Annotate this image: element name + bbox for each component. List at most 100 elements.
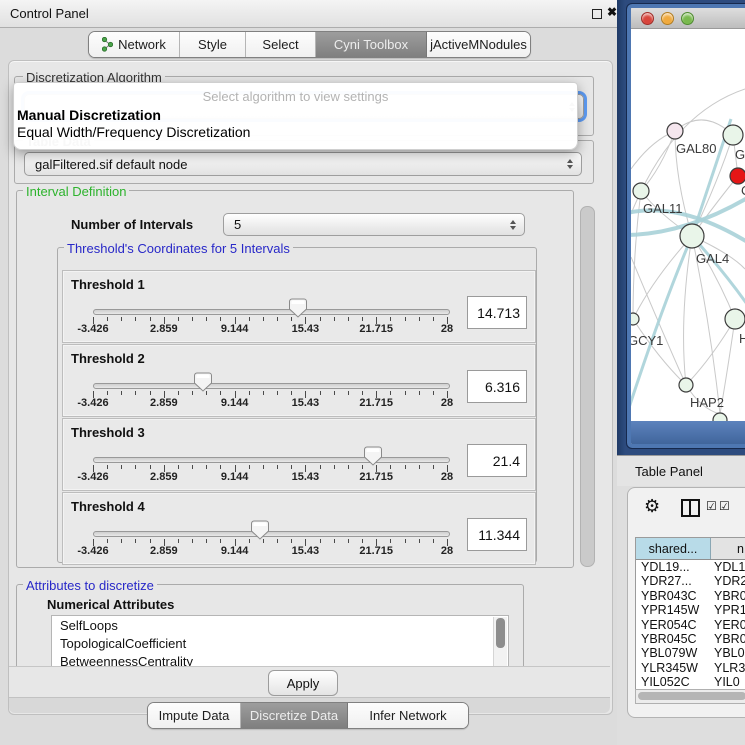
minor-tick (192, 539, 193, 543)
cell-name[interactable]: YDR2 (710, 574, 745, 588)
list-item[interactable]: SelfLoops (52, 616, 508, 634)
cell-shared-name[interactable]: YPR145W (636, 603, 710, 617)
node-top-right[interactable] (723, 125, 743, 145)
node-pink[interactable] (667, 123, 683, 139)
tick-label: 21.715 (359, 323, 393, 335)
network-edge-thick[interactable] (692, 236, 745, 307)
close-traffic-light-icon[interactable] (641, 12, 654, 25)
network-view-window[interactable]: GAL80GACGAL11GAL4GCY1HHAP2 (627, 4, 745, 448)
table-row[interactable]: YBR045CYBR0 (636, 632, 745, 646)
network-edge[interactable] (631, 131, 675, 169)
split-columns-icon[interactable] (681, 499, 700, 517)
network-canvas[interactable]: GAL80GACGAL11GAL4GCY1HHAP2 (631, 29, 745, 421)
cell-shared-name[interactable]: YBR043C (636, 589, 710, 603)
cell-shared-name[interactable]: YBL079W (636, 646, 710, 660)
close-icon[interactable]: ✖ (607, 5, 617, 19)
slider-track[interactable] (93, 531, 450, 537)
tab-cyni-toolbox[interactable]: Cyni Toolbox (316, 32, 427, 57)
scrollbar-thumb[interactable] (638, 692, 745, 700)
slider-handle[interactable] (194, 372, 212, 392)
cell-shared-name[interactable]: YBR045C (636, 632, 710, 646)
cell-name[interactable]: YIL0 (710, 675, 745, 689)
cell-shared-name[interactable]: YER054C (636, 618, 710, 632)
node-gcy1[interactable] (631, 313, 639, 325)
minor-tick (263, 317, 264, 321)
list-item[interactable]: TopologicalCoefficient (52, 634, 508, 652)
threshold-value-field[interactable]: 6.316 (467, 370, 527, 403)
tab-jactivemnodules[interactable]: jActiveMNodules (427, 32, 530, 57)
column-header-shared[interactable]: shared... (636, 538, 711, 559)
dropdown-option-manual-discretization[interactable]: Manual Discretization (17, 107, 161, 123)
cell-name[interactable]: YBR0 (710, 589, 745, 603)
apply-button[interactable]: Apply (268, 670, 338, 696)
gear-icon[interactable]: ⚙ (644, 496, 660, 517)
checkbox-icon[interactable]: ☑ (706, 499, 717, 513)
minor-tick (433, 317, 434, 321)
dropdown-option-equal-width-frequency[interactable]: Equal Width/Frequency Discretization (17, 124, 250, 140)
threshold-value-field[interactable]: 14.713 (467, 296, 527, 329)
table-row[interactable]: YBR043CYBR0 (636, 589, 745, 603)
column-header-name[interactable]: n (711, 538, 745, 559)
table-row[interactable]: YLR345WYLR3 (636, 661, 745, 675)
threshold-slider[interactable]: -3.4262.8599.14415.4321.71528 (63, 271, 535, 342)
table-row[interactable]: YIL052CYIL0 (636, 675, 745, 689)
list-scrollbar[interactable] (493, 617, 507, 666)
node-gal4[interactable] (680, 224, 704, 248)
threshold-slider[interactable]: -3.4262.8599.14415.4321.71528 (63, 345, 535, 416)
tick-label: -3.426 (77, 397, 108, 409)
numerical-attributes-list[interactable]: SelfLoops TopologicalCoefficient Between… (51, 615, 509, 666)
tab-network[interactable]: Network (89, 32, 180, 57)
slider-handle[interactable] (364, 446, 382, 466)
cell-name[interactable]: YLR3 (710, 661, 745, 675)
cell-shared-name[interactable]: YDR27... (636, 574, 710, 588)
node-gal11[interactable] (633, 183, 649, 199)
float-window-icon[interactable] (592, 9, 602, 19)
table-data-combobox[interactable]: galFiltered.sif default node (24, 152, 582, 176)
slider-handle[interactable] (251, 520, 269, 540)
table-horizontal-scrollbar[interactable] (635, 689, 745, 704)
node-h[interactable] (725, 309, 745, 329)
table-row[interactable]: YDR27...YDR2 (636, 574, 745, 588)
cell-shared-name[interactable]: YLR345W (636, 661, 710, 675)
cell-name[interactable]: YPR1 (710, 603, 745, 617)
cell-name[interactable]: YBR0 (710, 632, 745, 646)
cell-name[interactable]: YER0 (710, 618, 745, 632)
tab-discretize-data[interactable]: Discretize Data (241, 703, 348, 728)
tab-style[interactable]: Style (180, 32, 246, 57)
table-row[interactable]: YBL079WYBL0 (636, 646, 745, 660)
panel-scrollbar-thumb[interactable] (580, 206, 595, 567)
list-item[interactable]: BetweennessCentrality (52, 652, 508, 666)
tab-select[interactable]: Select (246, 32, 316, 57)
tick-label: -3.426 (77, 323, 108, 335)
tick-label: 2.859 (150, 397, 178, 409)
node-hap2[interactable] (679, 378, 693, 392)
table-row[interactable]: YPR145WYPR1 (636, 603, 745, 617)
minimize-traffic-light-icon[interactable] (661, 12, 674, 25)
cell-shared-name[interactable]: YDL19... (636, 560, 710, 574)
tab-infer-network[interactable]: Infer Network (348, 703, 468, 728)
cell-name[interactable]: YBL0 (710, 646, 745, 660)
zoom-traffic-light-icon[interactable] (681, 12, 694, 25)
tab-impute-data[interactable]: Impute Data (148, 703, 241, 728)
network-edge[interactable] (684, 236, 692, 385)
slider-track[interactable] (93, 309, 450, 315)
slider-track[interactable] (93, 457, 450, 463)
threshold-value-field[interactable]: 21.4 (467, 444, 527, 477)
network-window-titlebar[interactable] (631, 8, 745, 29)
num-intervals-combobox[interactable]: 5 (223, 213, 525, 236)
node-attribute-table[interactable]: shared... n YDL19...YDL1YDR27...YDR2YBR0… (635, 537, 745, 690)
slider-track[interactable] (93, 383, 450, 389)
slider-handle[interactable] (289, 298, 307, 318)
node-bottom[interactable] (713, 413, 727, 421)
threshold-slider[interactable]: -3.4262.8599.14415.4321.71528 (63, 493, 535, 564)
node-red[interactable] (730, 168, 745, 184)
threshold-value-field[interactable]: 11.344 (467, 518, 527, 551)
table-row[interactable]: YER054CYER0 (636, 618, 745, 632)
threshold-slider[interactable]: -3.4262.8599.14415.4321.71528 (63, 419, 535, 490)
network-edge[interactable] (686, 319, 735, 385)
cell-name[interactable]: YDL1 (710, 560, 745, 574)
table-row[interactable]: YDL19...YDL1 (636, 560, 745, 574)
scrollbar-thumb[interactable] (496, 618, 505, 648)
cell-shared-name[interactable]: YIL052C (636, 675, 710, 689)
checkbox-icon[interactable]: ☑ (719, 499, 730, 513)
